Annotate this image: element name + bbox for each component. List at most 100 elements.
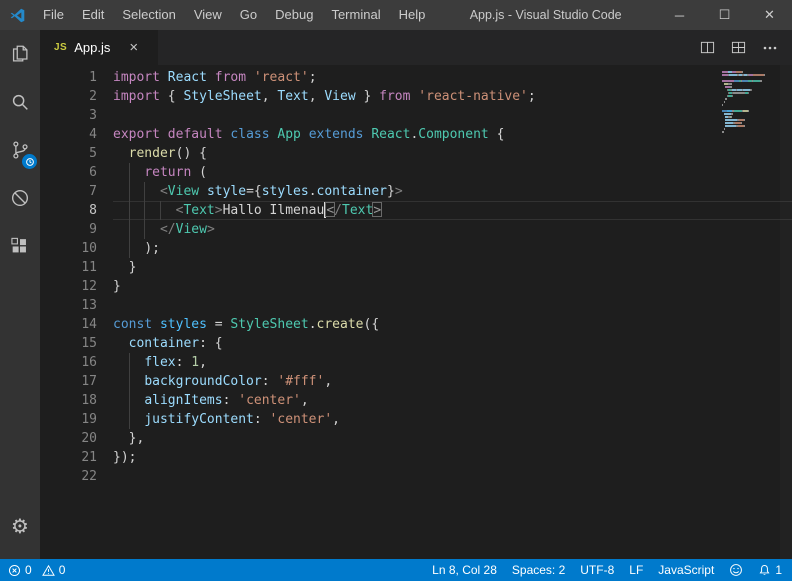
status-cursor-position[interactable]: Ln 8, Col 28 — [432, 563, 497, 577]
code-token: Text — [342, 203, 373, 218]
minimize-button[interactable]: ─ — [657, 0, 702, 30]
minimap-line — [722, 89, 776, 91]
code-line-11[interactable]: 11 } — [40, 258, 792, 277]
code-line-7[interactable]: 7 <View style={styles.container}> — [40, 182, 792, 201]
code-text: container: { — [113, 334, 792, 353]
status-language-mode-text: JavaScript — [658, 563, 714, 577]
menu-help[interactable]: Help — [390, 0, 435, 30]
activity-extensions[interactable] — [0, 222, 40, 270]
code-line-2[interactable]: 2import { StyleSheet, Text, View } from … — [40, 87, 792, 106]
code-line-17[interactable]: 17 backgroundColor: '#fff', — [40, 372, 792, 391]
code-token: : — [176, 355, 192, 370]
minimap-line — [722, 110, 776, 112]
code-line-20[interactable]: 20 }, — [40, 429, 792, 448]
code-line-13[interactable]: 13 — [40, 296, 792, 315]
status-errors[interactable]: 0 — [8, 563, 32, 577]
vertical-scrollbar[interactable] — [780, 65, 792, 559]
code-token: > — [215, 203, 223, 218]
status-indentation[interactable]: Spaces: 2 — [512, 563, 565, 577]
code-line-19[interactable]: 19 justifyContent: 'center', — [40, 410, 792, 429]
code-text: backgroundColor: '#fff', — [113, 372, 792, 391]
code-text: } — [113, 258, 792, 277]
code-line-22[interactable]: 22 — [40, 467, 792, 486]
indent-guide — [129, 220, 145, 239]
minimap-line — [722, 101, 776, 103]
close-button[interactable]: ✕ — [747, 0, 792, 30]
split-editor-button[interactable] — [700, 40, 715, 55]
indent-guide — [144, 220, 160, 239]
menu-edit[interactable]: Edit — [73, 0, 113, 30]
minimap[interactable] — [722, 71, 776, 137]
code-line-21[interactable]: 21}); — [40, 448, 792, 467]
status-eol[interactable]: LF — [629, 563, 643, 577]
code-line-1[interactable]: 1import React from 'react'; — [40, 68, 792, 87]
menu-view[interactable]: View — [185, 0, 231, 30]
status-encoding[interactable]: UTF-8 — [580, 563, 614, 577]
activity-bar: ⚙ — [0, 30, 40, 559]
code-line-15[interactable]: 15 container: { — [40, 334, 792, 353]
code-token — [199, 184, 207, 199]
code-line-14[interactable]: 14const styles = StyleSheet.create({ — [40, 315, 792, 334]
code-line-10[interactable]: 10 ); — [40, 239, 792, 258]
indent-guide — [129, 182, 145, 201]
close-tab-icon[interactable]: × — [129, 40, 138, 55]
maximize-button[interactable]: ☐ — [702, 0, 747, 30]
code-token: container — [317, 184, 387, 199]
code-text: import { StyleSheet, Text, View } from '… — [113, 87, 792, 106]
tab-appjs[interactable]: JS App.js × — [40, 30, 158, 65]
minimap-line — [722, 107, 776, 109]
status-feedback[interactable] — [729, 563, 743, 577]
activity-debug[interactable] — [0, 174, 40, 222]
code-line-4[interactable]: 4export default class App extends React.… — [40, 125, 792, 144]
code-token: App — [277, 127, 300, 142]
code-line-16[interactable]: 16 flex: 1, — [40, 353, 792, 372]
activity-explorer[interactable] — [0, 30, 40, 78]
code-text — [113, 296, 792, 315]
code-line-5[interactable]: 5 render() { — [40, 144, 792, 163]
activity-bar-items — [0, 30, 40, 270]
code-token: React — [168, 70, 215, 85]
debug-icon — [9, 187, 31, 209]
line-number: 7 — [40, 182, 113, 201]
status-eol-text: LF — [629, 563, 643, 577]
toggle-editor-layout-button[interactable] — [731, 40, 746, 55]
indent-guide — [129, 410, 145, 429]
code-line-18[interactable]: 18 alignItems: 'center', — [40, 391, 792, 410]
code-text: return ( — [113, 163, 792, 182]
activity-source-control[interactable] — [0, 126, 40, 174]
menu-file[interactable]: File — [34, 0, 73, 30]
code-token: ); — [144, 241, 160, 256]
code-text: render() { — [113, 144, 792, 163]
activity-search[interactable] — [0, 78, 40, 126]
code-token: ; — [528, 89, 536, 104]
manage-button[interactable]: ⚙ — [0, 503, 40, 551]
code-token: }, — [129, 431, 145, 446]
indent-guide — [113, 163, 129, 182]
code-line-3[interactable]: 3 — [40, 106, 792, 125]
code-token: '#fff' — [277, 374, 324, 389]
status-language-mode[interactable]: JavaScript — [658, 563, 714, 577]
menu-bar: FileEditSelectionViewGoDebugTerminalHelp — [34, 0, 434, 30]
menu-go[interactable]: Go — [231, 0, 266, 30]
code-line-9[interactable]: 9 </View> — [40, 220, 792, 239]
code-token: container — [129, 336, 199, 351]
code-editor[interactable]: 1import React from 'react';2import { Sty… — [40, 65, 792, 559]
code-line-12[interactable]: 12} — [40, 277, 792, 296]
line-number: 1 — [40, 68, 113, 87]
status-warnings-text: 0 — [59, 563, 66, 577]
minimap-line — [722, 86, 776, 88]
minimap-line — [722, 77, 776, 79]
code-line-8[interactable]: 8 <Text>Hallo Ilmenau</Text> — [40, 201, 792, 220]
menu-terminal[interactable]: Terminal — [322, 0, 389, 30]
vscode-logo-icon — [0, 7, 34, 24]
status-warnings[interactable]: 0 — [42, 563, 66, 577]
code-line-6[interactable]: 6 return ( — [40, 163, 792, 182]
menu-debug[interactable]: Debug — [266, 0, 322, 30]
more-actions-button[interactable] — [762, 40, 778, 56]
menu-selection[interactable]: Selection — [113, 0, 184, 30]
code-token: StyleSheet — [230, 317, 308, 332]
editor-group: JS App.js × 1import React from 'react';2… — [40, 30, 792, 559]
code-token: > — [207, 222, 215, 237]
status-notifications[interactable]: 1 — [758, 563, 782, 577]
minimap-line — [722, 116, 776, 118]
